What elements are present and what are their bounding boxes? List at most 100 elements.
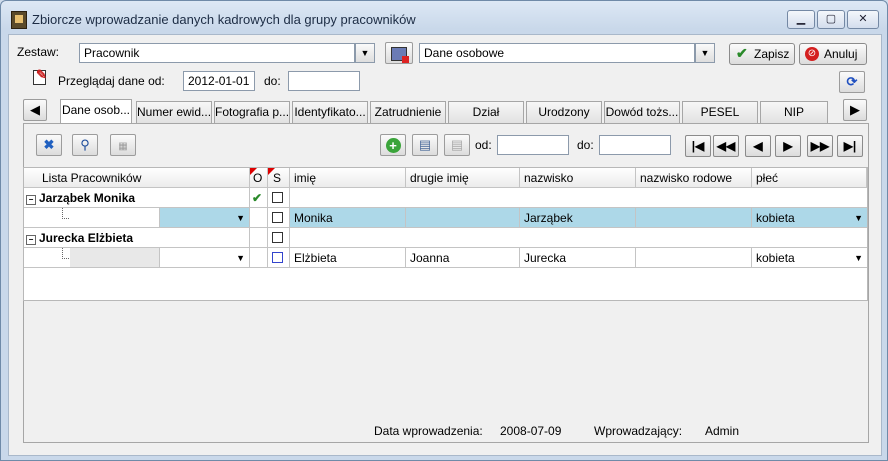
tab-fotografia[interactable]: Fotografia p... xyxy=(214,101,290,123)
col-header-list[interactable]: Lista Pracowników xyxy=(24,168,250,188)
s-checkbox[interactable] xyxy=(272,212,283,223)
s-checkbox[interactable] xyxy=(272,192,283,203)
section-dropdown-button[interactable]: ▼ xyxy=(695,43,715,63)
row-period-dropdown[interactable]: ▼ xyxy=(160,248,250,268)
nav-last-button[interactable]: ▶| xyxy=(837,135,863,157)
cell-nazwisko-rodowe[interactable] xyxy=(636,208,752,228)
calculator-button: ▦ xyxy=(110,134,136,156)
tab-dzial[interactable]: Dział xyxy=(448,101,524,123)
s-checkbox-cell[interactable] xyxy=(268,248,290,268)
zestaw-dropdown-button[interactable]: ▼ xyxy=(355,43,375,63)
minimize-button[interactable]: ▁ xyxy=(787,10,815,29)
author-value: Admin xyxy=(705,424,740,438)
chevron-down-icon: ▼ xyxy=(854,253,863,263)
close-button[interactable]: ✕ xyxy=(847,10,879,29)
col-header-drugie-imie[interactable]: drugie imię xyxy=(406,168,520,188)
main-window: Zbiorcze wprowadzanie danych kadrowych d… xyxy=(0,0,888,461)
col-header-imie[interactable]: imię xyxy=(290,168,406,188)
date-to-field[interactable] xyxy=(288,71,360,91)
tree-line xyxy=(62,208,69,219)
group-row-filler xyxy=(290,228,867,248)
do-label: do: xyxy=(577,138,594,152)
table-add-icon: ▤ xyxy=(418,137,432,152)
s-checkbox-cell[interactable] xyxy=(268,188,290,208)
nav-prev-button[interactable]: ◀ xyxy=(745,135,771,157)
col-header-nazwisko-rodowe[interactable]: nazwisko rodowe xyxy=(636,168,752,188)
add-button[interactable]: + xyxy=(380,134,406,156)
chevron-down-icon: ▼ xyxy=(700,48,710,58)
title-bar[interactable]: Zbiorcze wprowadzanie danych kadrowych d… xyxy=(1,1,887,33)
nav-prev-page-button[interactable]: ◀◀ xyxy=(713,135,739,157)
tab-identyfikator[interactable]: Identyfikato... xyxy=(292,101,368,123)
chevron-down-icon: ▼ xyxy=(360,48,370,58)
refresh-button[interactable]: ⟳ xyxy=(839,71,865,93)
s-checkbox-cell[interactable] xyxy=(268,208,290,228)
zestaw-settings-button[interactable] xyxy=(385,42,413,64)
tools-button[interactable]: ✖ xyxy=(36,134,62,156)
o-check[interactable]: ✔ xyxy=(250,188,268,208)
tab-pesel[interactable]: PESEL xyxy=(682,101,758,123)
add-record-button[interactable]: ▤ xyxy=(412,134,438,156)
table-delete-icon: ▤ xyxy=(450,137,464,152)
tree-line xyxy=(62,248,69,259)
tab-numer-ewidencyjny[interactable]: Numer ewid... xyxy=(136,101,212,123)
cell-imie[interactable]: Elżbieta xyxy=(290,248,406,268)
date-from-field[interactable]: 2012-01-01 xyxy=(183,71,255,91)
employee-grid[interactable]: Lista Pracowników O S imię drugie imię n… xyxy=(23,167,868,301)
entry-date-label: Data wprowadzenia: xyxy=(374,424,483,438)
browse-from-label: Przeglądaj dane od: xyxy=(58,74,165,88)
group-row-label[interactable]: − Jarząbek Monika xyxy=(24,188,250,208)
checkmark-icon: ✔ xyxy=(736,45,748,61)
flag-icon xyxy=(250,168,257,175)
od-field[interactable] xyxy=(497,135,569,155)
s-checkbox-cell[interactable] xyxy=(268,228,290,248)
cell-drugie-imie[interactable]: Joanna xyxy=(406,248,520,268)
tabs-scroll-right[interactable]: ▶ xyxy=(843,99,867,121)
tree-connector-cell xyxy=(24,208,160,228)
group-row-label[interactable]: − Jurecka Elżbieta xyxy=(24,228,250,248)
nav-next-button[interactable]: ▶ xyxy=(775,135,801,157)
tab-dowod[interactable]: Dowód tożs... xyxy=(604,101,680,123)
entry-date-value: 2008-07-09 xyxy=(500,424,562,438)
cell-plec[interactable]: kobieta ▼ xyxy=(752,208,867,228)
cancel-icon: ⊘ xyxy=(805,47,819,61)
s-checkbox[interactable] xyxy=(272,232,283,243)
zestaw-combo[interactable]: Pracownik xyxy=(79,43,355,63)
cell-nazwisko[interactable]: Jurecka xyxy=(520,248,636,268)
cell-nazwisko-rodowe[interactable] xyxy=(636,248,752,268)
col-header-plec[interactable]: płeć xyxy=(752,168,867,188)
o-cell[interactable] xyxy=(250,248,268,268)
tabs-scroll-left[interactable]: ◀ xyxy=(23,99,47,121)
col-header-nazwisko[interactable]: nazwisko xyxy=(520,168,636,188)
tab-nip[interactable]: NIP xyxy=(760,101,828,123)
save-label: Zapisz xyxy=(754,47,790,61)
col-header-o[interactable]: O xyxy=(250,168,268,188)
nav-next-page-button[interactable]: ▶▶ xyxy=(807,135,833,157)
s-checkbox[interactable] xyxy=(272,252,283,263)
cell-imie[interactable]: Monika xyxy=(290,208,406,228)
group-row-filler xyxy=(290,188,867,208)
nav-first-button[interactable]: |◀ xyxy=(685,135,711,157)
o-cell[interactable] xyxy=(250,208,268,228)
cell-plec[interactable]: kobieta ▼ xyxy=(752,248,867,268)
section-combo[interactable]: Dane osobowe xyxy=(419,43,695,63)
o-check[interactable] xyxy=(250,228,268,248)
maximize-button[interactable]: ▢ xyxy=(817,10,845,29)
cell-drugie-imie[interactable] xyxy=(406,208,520,228)
form-config-icon xyxy=(391,46,409,63)
tab-zatrudnienie[interactable]: Zatrudnienie xyxy=(370,101,446,123)
cancel-button[interactable]: ⊘ Anuluj xyxy=(799,43,867,65)
col-header-s[interactable]: S xyxy=(268,168,290,188)
refresh-icon: ⟳ xyxy=(846,74,858,89)
save-button[interactable]: ✔ Zapisz xyxy=(729,43,795,65)
cell-nazwisko[interactable]: Jarząbek xyxy=(520,208,636,228)
do-field[interactable] xyxy=(599,135,671,155)
chevron-down-icon: ▼ xyxy=(854,213,863,223)
search-button[interactable]: ⚲ xyxy=(72,134,98,156)
row-period-dropdown[interactable]: ▼ xyxy=(160,208,250,228)
tab-urodzony[interactable]: Urodzony xyxy=(526,101,602,123)
search-icon: ⚲ xyxy=(80,137,90,152)
tab-dane-osobowe[interactable]: Dane osob... xyxy=(60,99,132,123)
tools-icon: ✖ xyxy=(43,137,55,152)
chevron-down-icon: ▼ xyxy=(236,253,245,263)
